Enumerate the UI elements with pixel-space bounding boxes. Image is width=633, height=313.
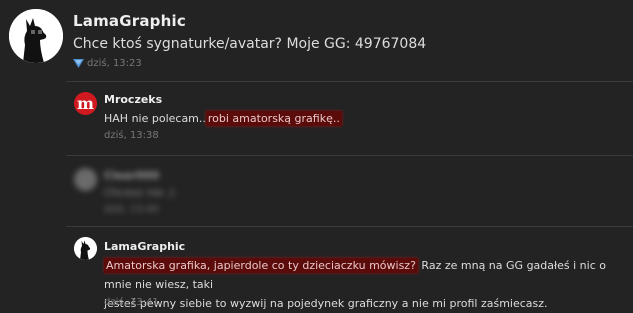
- comment-text-highlight: Amatorska grafika, japierdole co ty dzie…: [104, 258, 418, 273]
- comment-time[interactable]: dziś, 13:38: [104, 130, 159, 141]
- comment: LamaGraphic Amatorska grafika, japierdol…: [66, 227, 633, 313]
- comment: m Mroczeks HAH nie polecam.. robi amators…: [66, 82, 633, 154]
- comment-author[interactable]: Clear000: [104, 169, 159, 182]
- comment-text: HAH nie polecam.. robi amatorską grafikę.…: [104, 109, 629, 128]
- llama-icon: [9, 9, 63, 63]
- commenter-avatar[interactable]: [74, 168, 97, 191]
- user-avatar[interactable]: [9, 9, 63, 63]
- post-author[interactable]: LamaGraphic: [73, 12, 186, 30]
- comment-author[interactable]: Mroczeks: [104, 93, 162, 106]
- comment-author[interactable]: LamaGraphic: [104, 240, 185, 253]
- comment-text-plain: HAH nie polecam..: [104, 112, 206, 125]
- main-post: LamaGraphic Chce ktoś sygnaturke/avatar?…: [0, 0, 633, 80]
- svg-text:m: m: [77, 94, 94, 113]
- comment-text-line2: jesteś pewny siebie to wyzwij na pojedyn…: [104, 297, 548, 310]
- commenter-avatar[interactable]: [74, 237, 97, 260]
- post-text: Chce ktoś sygnaturke/avatar? Moje GG: 49…: [73, 36, 427, 52]
- comment-text: Amatorska grafika, japierdole co ty dzie…: [104, 256, 629, 313]
- comment-text-highlight: robi amatorską grafikę..: [205, 111, 342, 126]
- comment-time[interactable]: dziś, 13:40: [104, 204, 159, 215]
- post-time[interactable]: dziś, 13:23: [87, 58, 142, 69]
- m-logo-icon: m: [74, 92, 97, 115]
- post-meta: dziś, 13:23: [73, 58, 142, 69]
- comment-time[interactable]: dziś, 13:41: [104, 297, 159, 308]
- vote-icon[interactable]: [73, 59, 84, 68]
- comment: Clear000 Chcesz nie ;) dziś, 13:40: [66, 156, 633, 226]
- llama-icon: [74, 237, 97, 260]
- comment-text: Chcesz nie ;): [104, 186, 175, 199]
- commenter-avatar[interactable]: m: [74, 92, 97, 115]
